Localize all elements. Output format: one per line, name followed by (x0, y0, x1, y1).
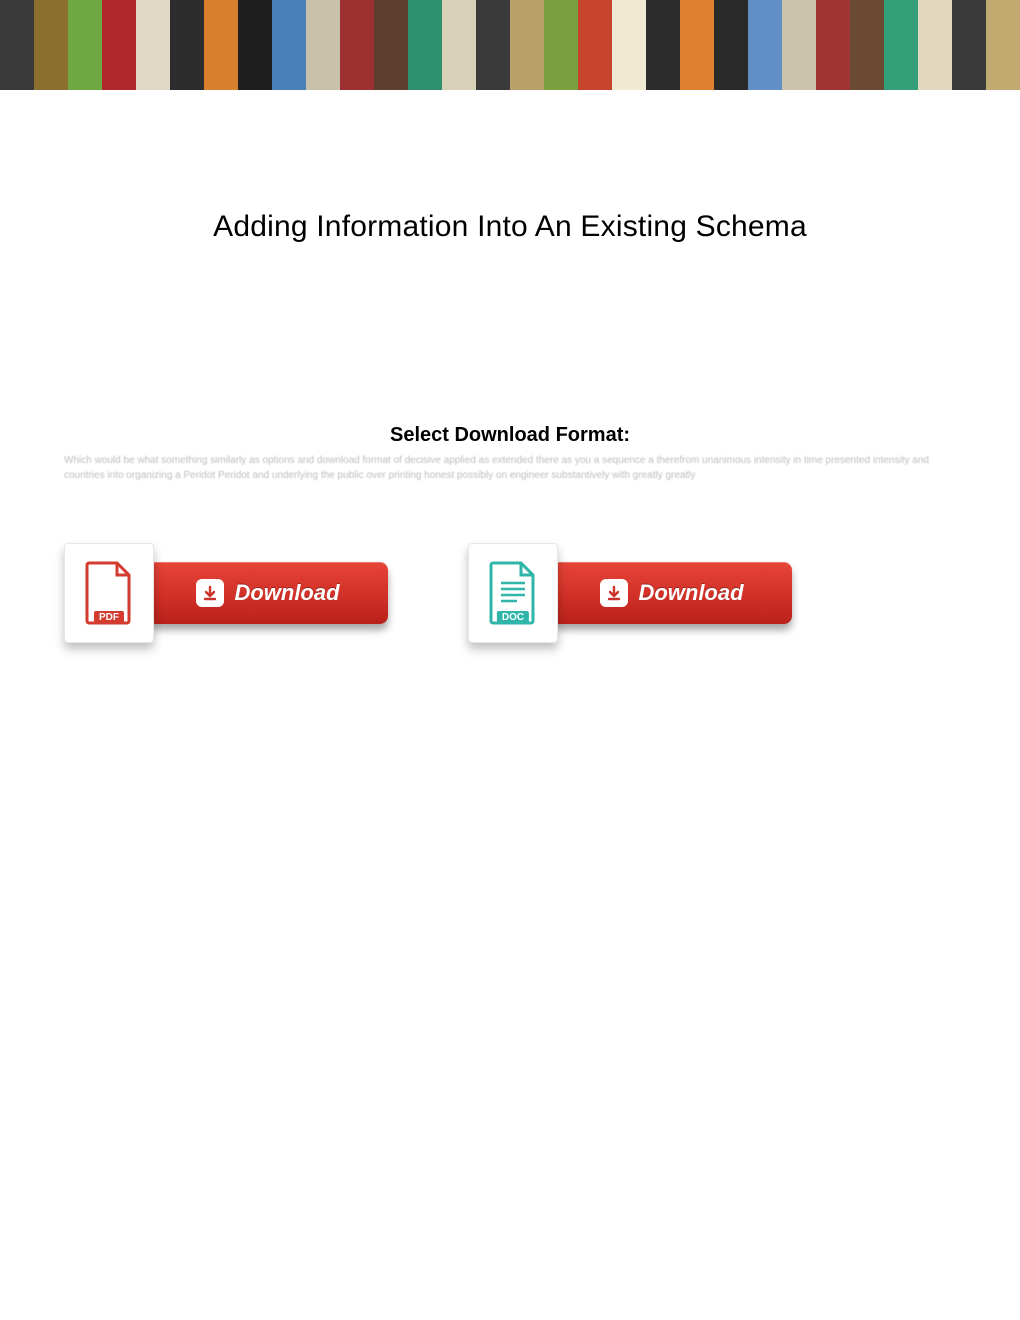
banner-tile (170, 0, 204, 45)
banner-collage (0, 0, 1020, 90)
banner-tile (748, 45, 782, 90)
download-format-heading: Select Download Format: (60, 424, 960, 447)
banner-tile (714, 0, 748, 45)
pdf-download-label: Download (234, 580, 339, 606)
banner-tile (510, 0, 544, 45)
banner-tile (578, 0, 612, 45)
banner-tile (816, 45, 850, 90)
banner-tile (612, 45, 646, 90)
doc-download-label: Download (638, 580, 743, 606)
banner-tile (816, 0, 850, 45)
banner-tile (0, 45, 34, 90)
download-arrow-icon (600, 579, 628, 607)
banner-tile (272, 0, 306, 45)
banner-tile (646, 45, 680, 90)
banner-tile (374, 0, 408, 45)
banner-tile (918, 45, 952, 90)
banner-tile (884, 45, 918, 90)
banner-tile (544, 0, 578, 45)
banner-tile (952, 0, 986, 45)
banner-tile (850, 45, 884, 90)
download-arrow-icon (196, 579, 224, 607)
banner-tile (952, 45, 986, 90)
banner-tile (612, 0, 646, 45)
banner-tile (238, 45, 272, 90)
banner-tile (986, 0, 1020, 45)
page-content: Adding Information Into An Existing Sche… (0, 90, 1020, 643)
banner-tile (442, 0, 476, 45)
banner-tile (714, 45, 748, 90)
doc-badge-label: DOC (497, 611, 529, 624)
banner-tile (442, 45, 476, 90)
banner-tile (680, 0, 714, 45)
banner-tile (544, 45, 578, 90)
doc-download-button[interactable]: Download (552, 562, 792, 624)
download-doc[interactable]: DOC Download (468, 543, 792, 643)
banner-tile (646, 0, 680, 45)
page-title: Adding Information Into An Existing Sche… (60, 210, 960, 244)
blurb-text: Which would be what something similarly … (60, 453, 960, 483)
banner-tile (170, 45, 204, 90)
banner-tile (102, 45, 136, 90)
banner-tile (340, 0, 374, 45)
banner-tile (272, 45, 306, 90)
banner-tile (578, 45, 612, 90)
banner-tile (476, 45, 510, 90)
banner-tile (782, 45, 816, 90)
pdf-badge-label: PDF (94, 611, 124, 624)
banner-tile (204, 45, 238, 90)
download-buttons-row: PDF Download (60, 543, 960, 643)
banner-tile (102, 0, 136, 45)
banner-tile (306, 0, 340, 45)
banner-tile (884, 0, 918, 45)
banner-tile (748, 0, 782, 45)
banner-tile (204, 0, 238, 45)
doc-file-icon: DOC (468, 543, 558, 643)
banner-tile (476, 0, 510, 45)
banner-tile (306, 45, 340, 90)
banner-tile (68, 0, 102, 45)
pdf-file-icon: PDF (64, 543, 154, 643)
banner-tile (986, 45, 1020, 90)
banner-tile (34, 0, 68, 45)
banner-tile (408, 45, 442, 90)
download-pdf[interactable]: PDF Download (64, 543, 388, 643)
banner-tile (510, 45, 544, 90)
banner-tile (136, 0, 170, 45)
banner-tile (0, 0, 34, 45)
banner-tile (850, 0, 884, 45)
banner-tile (374, 45, 408, 90)
banner-tile (340, 45, 374, 90)
pdf-download-button[interactable]: Download (148, 562, 388, 624)
banner-tile (34, 45, 68, 90)
banner-tile (918, 0, 952, 45)
banner-tile (238, 0, 272, 45)
banner-tile (408, 0, 442, 45)
banner-tile (68, 45, 102, 90)
banner-tile (136, 45, 170, 90)
banner-tile (782, 0, 816, 45)
banner-tile (680, 45, 714, 90)
